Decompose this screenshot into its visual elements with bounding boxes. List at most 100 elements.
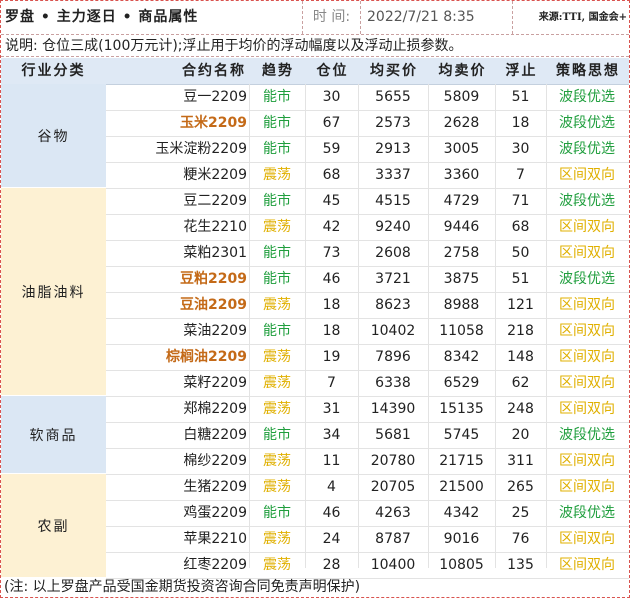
float-stop-cell: 7	[516, 167, 525, 183]
table-row: 苹果2210 震荡 24 8787 9016 76 区间双向	[106, 526, 629, 553]
contract-name: 菜籽2209	[183, 375, 247, 391]
strategy-cell: 区间双向	[559, 375, 615, 391]
avg-sell-cell: 15135	[439, 401, 484, 417]
avg-sell-cell: 5809	[443, 89, 480, 105]
table-row: 红枣2209 震荡 28 10400 10805 135 区间双向	[106, 552, 629, 579]
position-cell: 46	[322, 505, 341, 521]
position-cell: 59	[322, 141, 341, 157]
trend-cell: 震荡	[263, 375, 291, 391]
disclaimer-footer: (注: 以上罗盘产品受国金期货投资咨询合同免责声明保护)	[4, 579, 361, 595]
position-cell: 19	[322, 349, 341, 365]
col-header-float-stop: 浮止	[505, 63, 538, 79]
strategy-cell: 波段优选	[559, 193, 615, 209]
grid-line	[358, 84, 359, 568]
avg-buy-cell: 2573	[375, 115, 411, 131]
trend-cell: 震荡	[263, 219, 291, 235]
float-stop-cell: 311	[507, 453, 534, 469]
table-row: 玉米淀粉2209 能市 59 2913 3005 30 波段优选	[106, 136, 629, 163]
strategy-cell: 区间双向	[559, 167, 615, 183]
float-stop-cell: 30	[511, 141, 530, 157]
position-cell: 68	[322, 167, 341, 183]
avg-buy-cell: 10402	[370, 323, 416, 339]
avg-sell-cell: 8342	[443, 349, 480, 365]
table-row: 豆粕2209 能市 46 3721 3875 51 波段优选	[106, 266, 629, 293]
float-stop-cell: 25	[511, 505, 530, 521]
avg-sell-cell: 8988	[443, 297, 480, 313]
contract-name: 棕榈油2209	[166, 349, 247, 365]
trend-cell: 震荡	[263, 401, 291, 417]
avg-sell-cell: 2758	[443, 245, 480, 261]
float-stop-cell: 71	[511, 193, 530, 209]
time-label: 时 间:	[303, 1, 361, 34]
trend-cell: 能市	[263, 505, 291, 521]
contract-name: 玉米淀粉2209	[155, 141, 247, 157]
avg-buy-cell: 8623	[375, 297, 411, 313]
report-title: 罗盘 • 主力逐日 • 商品属性	[1, 1, 303, 34]
table-row: 花生2210 震荡 42 9240 9446 68 区间双向	[106, 214, 629, 241]
strategy-cell: 波段优选	[559, 89, 615, 105]
avg-sell-cell: 11058	[439, 323, 484, 339]
position-cell: 18	[322, 297, 341, 313]
float-stop-cell: 68	[511, 219, 530, 235]
trend-cell: 能市	[263, 271, 291, 287]
col-header-avg-sell: 均卖价	[438, 63, 487, 79]
avg-buy-cell: 20705	[370, 479, 416, 495]
avg-sell-cell: 4342	[443, 505, 480, 521]
avg-sell-cell: 3360	[443, 167, 480, 183]
trend-cell: 震荡	[263, 167, 291, 183]
float-stop-cell: 248	[507, 401, 534, 417]
report-header: 罗盘 • 主力逐日 • 商品属性 时 间: 2022/7/21 8:35 来源:…	[1, 1, 629, 35]
table-header: 行业分类 合约名称 趋势 仓位 均买价 均卖价 浮止 策略思想	[1, 58, 629, 85]
float-stop-cell: 121	[507, 297, 534, 313]
float-stop-cell: 51	[511, 89, 530, 105]
table-row: 玉米2209 能市 67 2573 2628 18 波段优选	[106, 110, 629, 137]
position-cell: 24	[322, 531, 341, 547]
contract-name: 豆二2209	[183, 193, 247, 209]
trend-cell: 震荡	[263, 453, 291, 469]
source-label: 来源:TTI, 国金会+	[538, 12, 627, 23]
strategy-cell: 区间双向	[559, 479, 615, 495]
contract-name: 菜粕2301	[183, 245, 247, 261]
float-stop-cell: 18	[511, 115, 530, 131]
contract-name: 花生2210	[183, 219, 247, 235]
float-stop-cell: 148	[507, 349, 534, 365]
col-header-category: 行业分类	[21, 63, 86, 79]
table-row: 棉纱2209 震荡 11 20780 21715 311 区间双向	[106, 448, 629, 475]
strategy-cell: 区间双向	[559, 323, 615, 339]
avg-sell-cell: 2628	[443, 115, 480, 131]
time-value: 2022/7/21 8:35	[361, 1, 513, 34]
avg-sell-cell: 9446	[443, 219, 480, 235]
strategy-cell: 波段优选	[559, 141, 615, 157]
avg-buy-cell: 9240	[375, 219, 411, 235]
strategy-cell: 区间双向	[559, 349, 615, 365]
avg-sell-cell: 10805	[439, 557, 484, 573]
avg-buy-cell: 14390	[370, 401, 416, 417]
contract-name: 郑棉2209	[183, 401, 247, 417]
float-stop-cell: 265	[507, 479, 534, 495]
strategy-cell: 区间双向	[559, 531, 615, 547]
strategy-cell: 区间双向	[559, 297, 615, 313]
category-cell: 油脂油料	[1, 188, 106, 396]
position-cell: 28	[322, 557, 341, 573]
position-cell: 11	[322, 453, 341, 469]
strategy-cell: 区间双向	[559, 401, 615, 417]
table-row: 菜籽2209 震荡 7 6338 6529 62 区间双向	[106, 370, 629, 397]
position-cell: 45	[322, 193, 341, 209]
col-header-contract: 合约名称	[182, 63, 246, 79]
contract-name: 白糖2209	[183, 427, 247, 443]
category-cell: 谷物	[1, 84, 106, 188]
trend-cell: 能市	[263, 427, 291, 443]
contract-name: 鸡蛋2209	[183, 505, 247, 521]
avg-buy-cell: 6338	[375, 375, 411, 391]
contract-name: 红枣2209	[183, 557, 247, 573]
position-cell: 67	[322, 115, 341, 131]
grid-line	[546, 84, 547, 568]
trend-cell: 震荡	[263, 349, 291, 365]
table-row: 生猪2209 震荡 4 20705 21500 265 区间双向	[106, 474, 629, 501]
position-cell: 7	[327, 375, 336, 391]
avg-buy-cell: 2913	[375, 141, 411, 157]
table-row: 豆一2209 能市 30 5655 5809 51 波段优选	[106, 84, 629, 111]
contract-name: 苹果2210	[183, 531, 247, 547]
position-cell: 4	[327, 479, 336, 495]
avg-sell-cell: 3875	[443, 271, 480, 287]
